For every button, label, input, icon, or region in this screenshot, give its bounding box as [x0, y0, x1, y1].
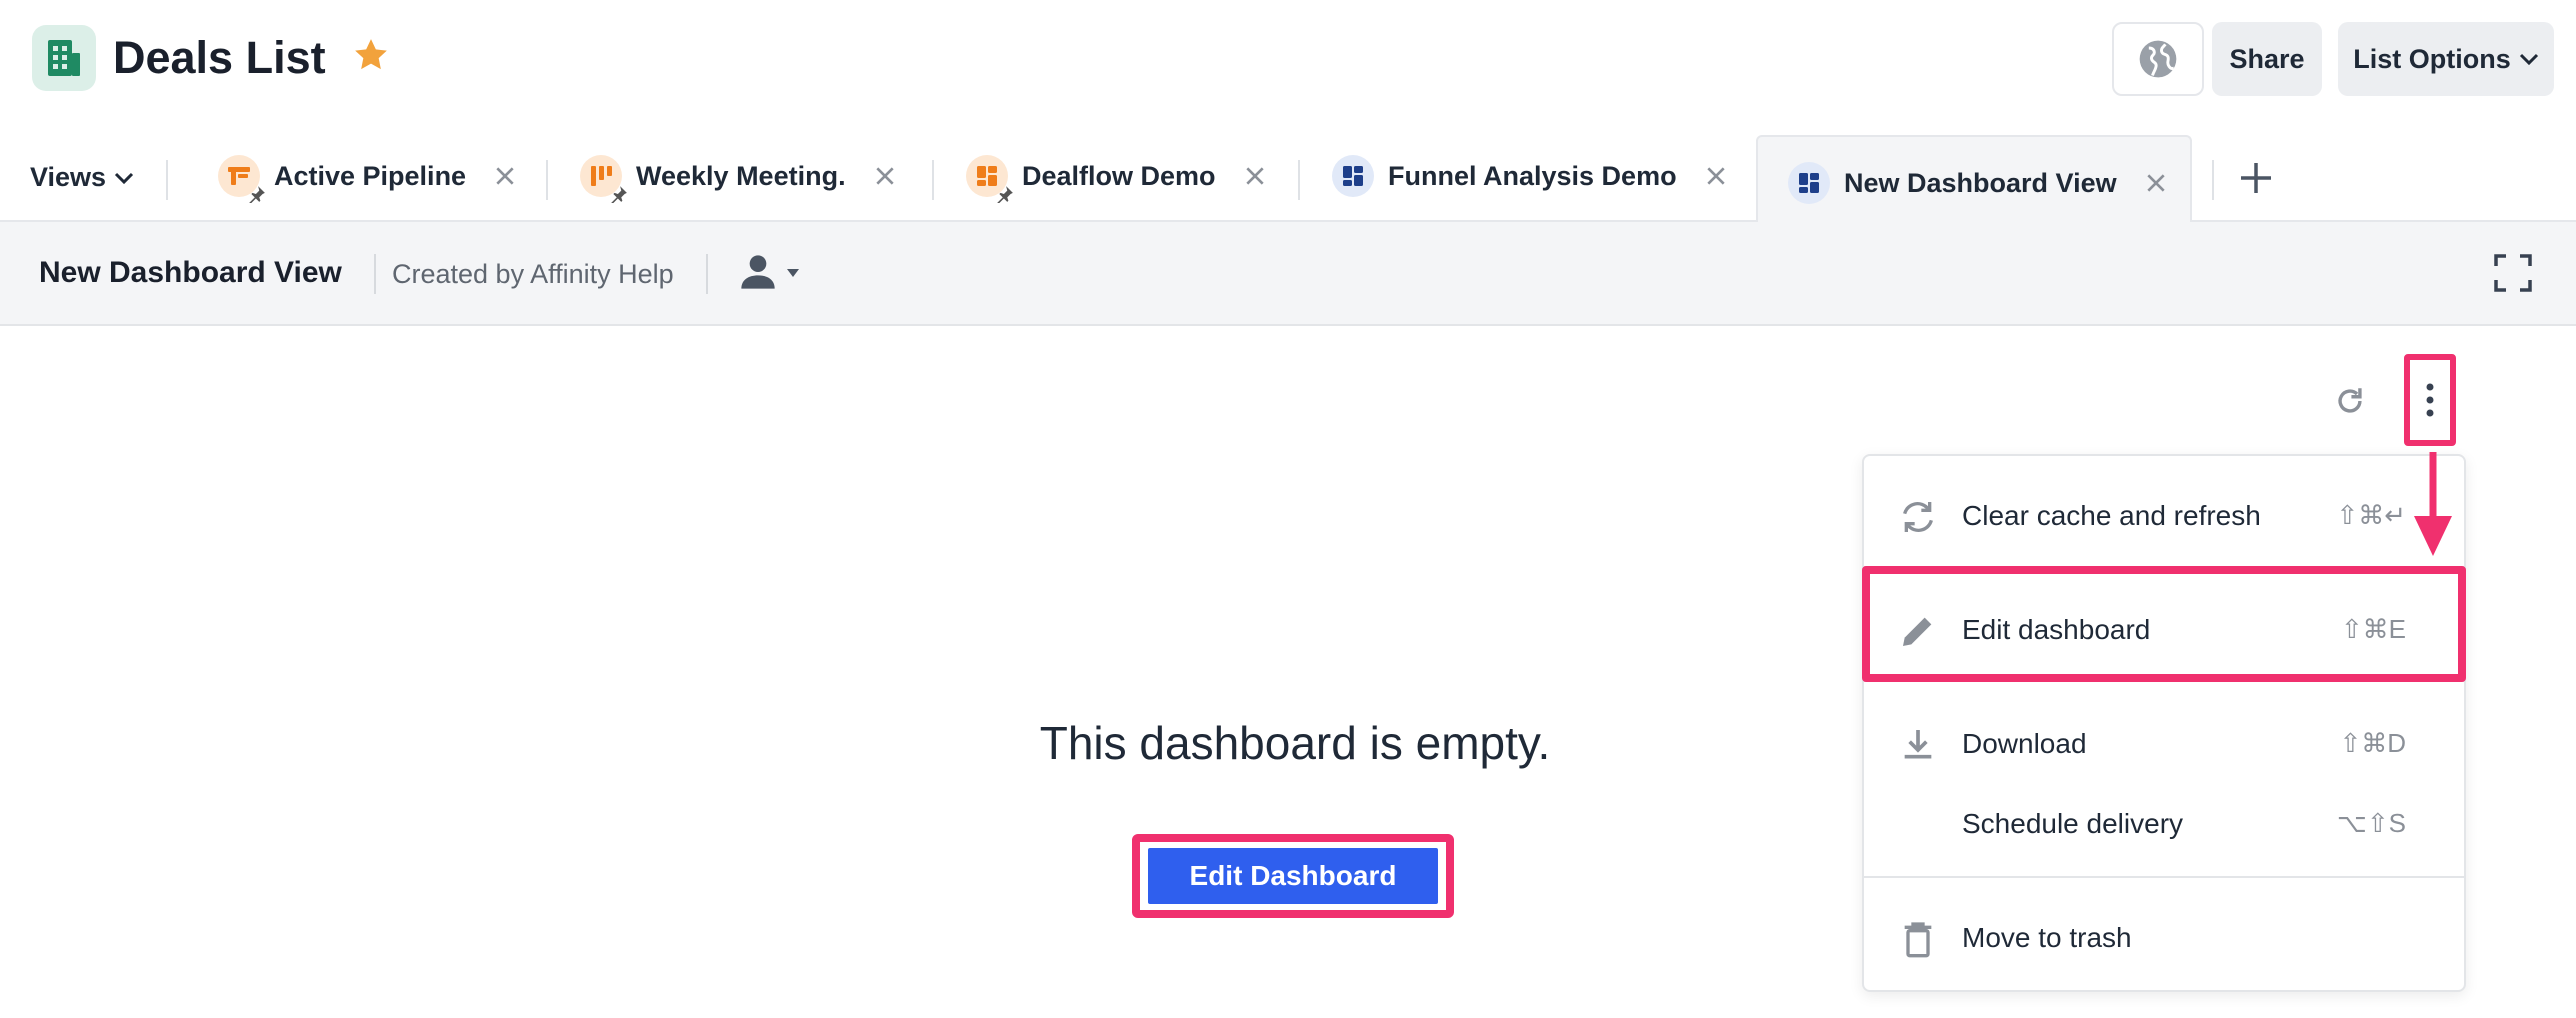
tab-label: Dealflow Demo [1022, 160, 1216, 191]
edit-dashboard-button[interactable]: Edit Dashboard [1148, 848, 1438, 904]
list-options-label: List Options [2353, 43, 2511, 74]
menu-item-shortcut: ⇧⌘↵ [2336, 500, 2406, 530]
plus-icon[interactable] [2236, 158, 2276, 198]
menu-item-schedule-delivery[interactable]: Schedule delivery ⌥⇧S [1864, 788, 2468, 858]
refresh-arrows-icon [1903, 501, 1933, 533]
dashboard-icon [1788, 162, 1830, 204]
view-title: New Dashboard View [39, 256, 342, 289]
annotation-arrow-icon [2414, 452, 2452, 556]
tab-label: Active Pipeline [274, 160, 467, 191]
tab-divider [1298, 160, 1300, 200]
view-toolbar: New Dashboard View Created by Affinity H… [0, 222, 2576, 326]
menu-item-clear-cache[interactable]: Clear cache and refresh ⇧⌘↵ [1864, 480, 2468, 550]
highlight-box [1862, 566, 2466, 682]
trash-icon [1904, 922, 1932, 958]
menu-item-shortcut: ⌥⇧S [2336, 808, 2406, 838]
tab-label: Weekly Meeting. [636, 160, 846, 191]
board-columns-icon [580, 155, 627, 203]
list-options-button[interactable]: List Options [2338, 22, 2554, 96]
dashboard-icon [966, 155, 1013, 203]
page-header: Deals List Share List Options [0, 0, 2576, 130]
tab-dealflow-demo[interactable]: Dealflow Demo [966, 130, 1266, 222]
close-icon[interactable] [2145, 172, 2167, 194]
empty-dashboard-message: This dashboard is empty. [1039, 717, 1551, 769]
pin-icon [249, 186, 265, 203]
menu-item-label: Download [1962, 728, 2087, 759]
dashboard-options-menu: Clear cache and refresh ⇧⌘↵ Edit dashboa… [1862, 454, 2466, 992]
user-filter-dropdown[interactable] [738, 252, 804, 296]
tab-label: Funnel Analysis Demo [1388, 160, 1677, 191]
close-icon[interactable] [1244, 165, 1266, 187]
menu-item-label: Clear cache and refresh [1962, 500, 2261, 531]
tab-divider [932, 160, 934, 200]
created-by-text: Created by Affinity Help [392, 259, 674, 289]
menu-item-label: Move to trash [1962, 922, 2132, 953]
chevron-down-icon [115, 172, 134, 184]
tab-weekly-meeting[interactable]: Weekly Meeting. [580, 130, 896, 222]
menu-divider [1864, 876, 2466, 878]
chevron-down-icon [2519, 53, 2538, 66]
pin-icon [997, 186, 1013, 203]
tab-divider [166, 160, 168, 200]
pipeline-icon [218, 155, 265, 203]
pin-icon [611, 186, 627, 203]
close-icon[interactable] [1705, 165, 1727, 187]
globe-icon [2139, 40, 2177, 78]
views-label: Views [30, 162, 107, 192]
more-options-button[interactable] [2404, 354, 2456, 446]
close-icon[interactable] [874, 165, 896, 187]
refresh-icon[interactable] [2333, 384, 2367, 418]
tab-new-dashboard-view[interactable]: New Dashboard View [1756, 135, 2192, 229]
caret-down-icon [787, 269, 799, 277]
toolbar-divider [706, 254, 708, 294]
page-title: Deals List [113, 32, 326, 83]
tab-divider [546, 160, 548, 200]
view-tabs: Views Active Pipeline Weekly Meeting. De… [0, 130, 2576, 229]
star-icon[interactable] [351, 35, 391, 75]
tab-funnel-analysis-demo[interactable]: Funnel Analysis Demo [1332, 130, 1727, 222]
tab-label: New Dashboard View [1844, 167, 2117, 198]
globe-button[interactable] [2112, 22, 2204, 96]
menu-item-label: Schedule delivery [1962, 808, 2184, 839]
kebab-menu-icon [2426, 383, 2434, 417]
views-dropdown[interactable]: Views [30, 162, 134, 193]
menu-item-shortcut: ⇧⌘D [2339, 728, 2406, 758]
dashboard-icon [1332, 155, 1374, 197]
building-list-icon [32, 25, 96, 91]
menu-item-download[interactable]: Download ⇧⌘D [1864, 708, 2468, 778]
tab-divider [2212, 160, 2214, 200]
share-button[interactable]: Share [2212, 22, 2322, 96]
menu-item-move-to-trash[interactable]: Move to trash [1864, 902, 2468, 972]
user-icon [741, 255, 775, 289]
tab-active-pipeline[interactable]: Active Pipeline [218, 130, 516, 222]
close-icon[interactable] [494, 165, 516, 187]
download-icon [1904, 730, 1932, 759]
fullscreen-icon[interactable] [2494, 254, 2532, 292]
toolbar-divider [374, 254, 376, 294]
